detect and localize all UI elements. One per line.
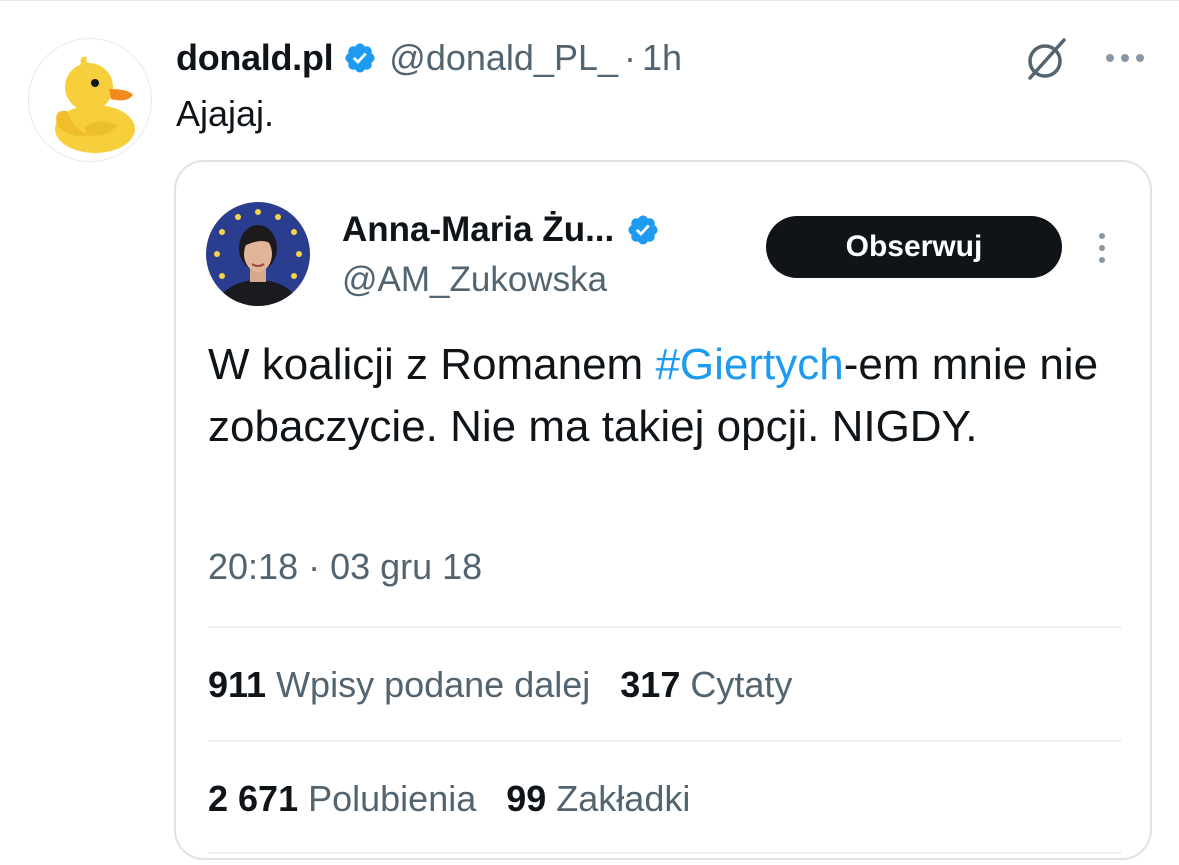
duck-icon: [55, 56, 135, 153]
verified-badge-icon: [626, 213, 660, 247]
post-time[interactable]: 1h: [642, 37, 682, 79]
quoted-timestamp[interactable]: 20:18 · 03 gru 18: [208, 546, 482, 588]
quotes-stat[interactable]: 317 Cytaty: [620, 664, 792, 706]
stats-row-reposts: 911 Wpisy podane dalej 317 Cytaty: [208, 664, 822, 706]
quotes-count: 317: [620, 664, 681, 705]
likes-label: Polubienia: [308, 778, 477, 819]
quoted-post-text: W koalicji z Romanem #Giertych-em mnie n…: [208, 334, 1108, 458]
bookmarks-count: 99: [506, 778, 547, 819]
more-options-icon[interactable]: [1092, 228, 1112, 268]
divider: [208, 852, 1122, 854]
post-text: Ajajaj.: [176, 93, 275, 134]
divider: [208, 740, 1122, 742]
reposts-stat[interactable]: 911 Wpisy podane dalej: [208, 664, 590, 706]
portrait-icon: [206, 202, 310, 306]
quoted-author-avatar[interactable]: [206, 202, 310, 306]
author-handle[interactable]: @donald_PL_: [389, 37, 618, 79]
follow-button[interactable]: Obserwuj: [766, 216, 1062, 278]
quoted-text-part: W koalicji z Romanem: [208, 340, 656, 389]
avatar[interactable]: [28, 38, 152, 162]
quoted-post-card[interactable]: Anna-Maria Żu... @AM_Zukowska Obserwuj W…: [174, 160, 1152, 860]
separator-dot: ·: [624, 37, 637, 78]
post-header: donald.pl @donald_PL_ · 1h: [176, 34, 682, 82]
likes-count: 2 671: [208, 778, 299, 819]
bookmarks-stat[interactable]: 99 Zakładki: [506, 778, 690, 820]
reposts-count: 911: [208, 664, 267, 705]
verified-badge-icon: [343, 41, 377, 75]
bookmarks-label: Zakładki: [556, 778, 691, 819]
author-name[interactable]: donald.pl: [176, 37, 334, 79]
hashtag-link[interactable]: #Giertych: [655, 340, 843, 389]
quotes-label: Cytaty: [690, 664, 793, 705]
more-options-icon[interactable]: [1100, 40, 1150, 76]
grok-icon[interactable]: [1022, 34, 1072, 84]
top-divider: [0, 0, 1179, 1]
divider: [208, 626, 1122, 628]
quoted-author-handle[interactable]: @AM_Zukowska: [342, 260, 607, 300]
likes-stat[interactable]: 2 671 Polubienia: [208, 778, 476, 820]
quoted-name-row: Anna-Maria Żu...: [342, 210, 660, 250]
reposts-label: Wpisy podane dalej: [276, 664, 591, 705]
stats-row-likes: 2 671 Polubienia 99 Zakładki: [208, 778, 720, 820]
quoted-author-name[interactable]: Anna-Maria Żu...: [342, 210, 614, 250]
